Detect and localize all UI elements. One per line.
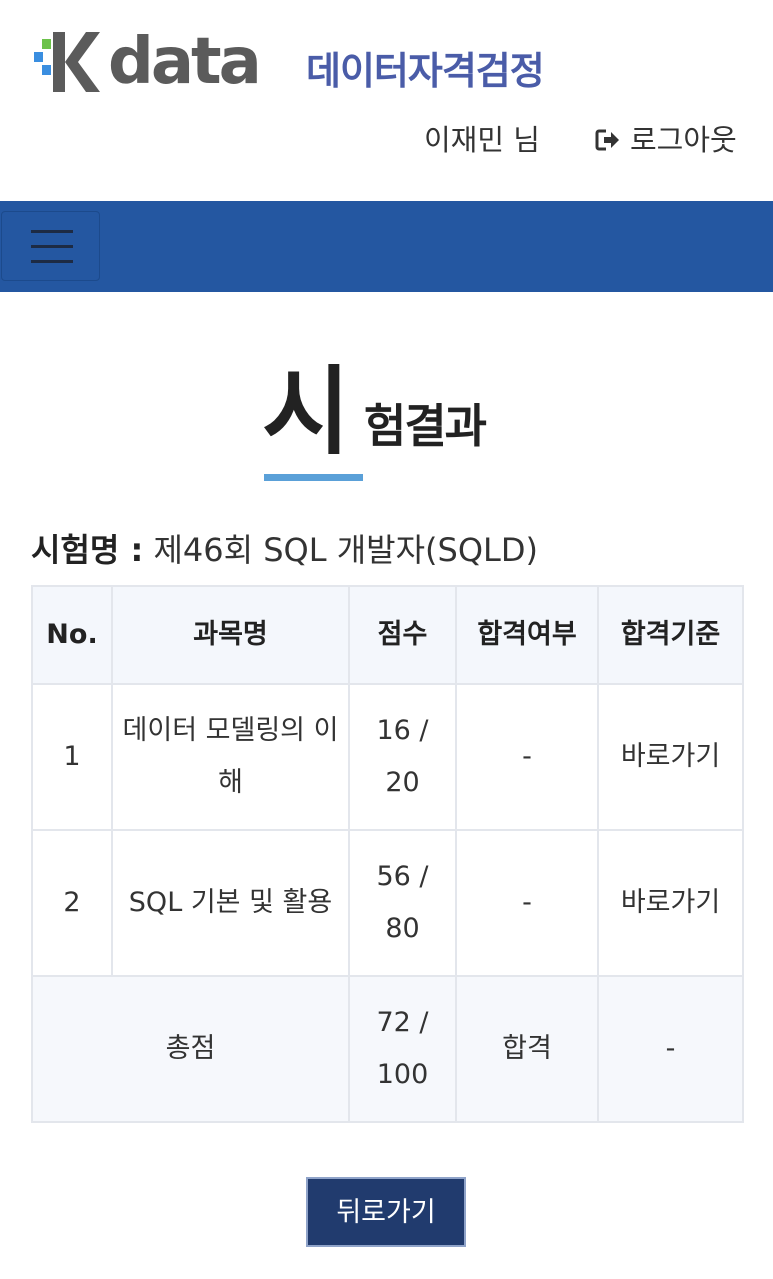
hamburger-icon (31, 245, 73, 248)
column-header-criteria: 합격기준 (597, 585, 744, 685)
logout-link[interactable]: 로그아웃 (594, 118, 737, 162)
criteria-link[interactable]: 바로가기 (597, 829, 744, 977)
table-row: 1 데이터 모델링의 이해 16 / 20 - 바로가기 (31, 683, 744, 831)
table-header-row: No. 과목명 점수 합격여부 합격기준 (31, 585, 744, 685)
column-header-pass: 합격여부 (455, 585, 599, 685)
site-header: data 데이터자격검정 이재민 님 로그아웃 (0, 0, 773, 200)
kdata-logo[interactable]: data 데이터자격검정 (34, 26, 594, 98)
total-pass: 합격 (455, 975, 599, 1123)
total-label: 총점 (31, 975, 350, 1123)
logo-subtitle: 데이터자격검정 (306, 49, 545, 93)
cell-pass: - (455, 683, 599, 831)
total-criteria: - (597, 975, 744, 1123)
cell-no: 2 (31, 829, 113, 977)
sign-out-icon (595, 129, 619, 151)
title-underline (264, 474, 363, 481)
back-button[interactable]: 뒤로가기 (306, 1177, 466, 1247)
cell-score: 16 / 20 (348, 683, 457, 831)
criteria-link[interactable]: 바로가기 (597, 683, 744, 831)
cell-subject: 데이터 모델링의 이해 (111, 683, 350, 831)
hamburger-icon (31, 260, 73, 263)
table-row: 2 SQL 기본 및 활용 56 / 80 - 바로가기 (31, 829, 744, 977)
exam-name-value: 제46회 SQL 개발자(SQLD) (143, 531, 538, 569)
column-header-no: No. (31, 585, 113, 685)
total-score: 72 / 100 (348, 975, 457, 1123)
total-row: 총점 72 / 100 합격 - (31, 975, 744, 1123)
results-table: No. 과목명 점수 합격여부 합격기준 1 데이터 모델링의 이해 16 / … (31, 585, 744, 1123)
hamburger-icon (31, 230, 73, 233)
exam-name-label: 시험명 : (31, 531, 144, 569)
main-navbar (0, 201, 773, 292)
column-header-score: 점수 (348, 585, 457, 685)
cell-score: 56 / 80 (348, 829, 457, 977)
logout-label: 로그아웃 (630, 123, 737, 157)
hamburger-menu-button[interactable] (1, 211, 100, 281)
page-title-first-char: 시 (262, 356, 350, 468)
user-name: 이재민 님 (424, 123, 540, 157)
exam-name: 시험명 : 제46회 SQL 개발자(SQLD) (31, 526, 538, 574)
cell-no: 1 (31, 683, 113, 831)
cell-subject: SQL 기본 및 활용 (111, 829, 350, 977)
cell-pass: - (455, 829, 599, 977)
k-logo-mark-icon (34, 32, 100, 92)
page-title-rest: 험결과 (364, 399, 487, 453)
column-header-subject: 과목명 (111, 585, 350, 685)
logo-wordmark: data (108, 25, 262, 99)
page-title: 시 험결과 (0, 356, 773, 486)
